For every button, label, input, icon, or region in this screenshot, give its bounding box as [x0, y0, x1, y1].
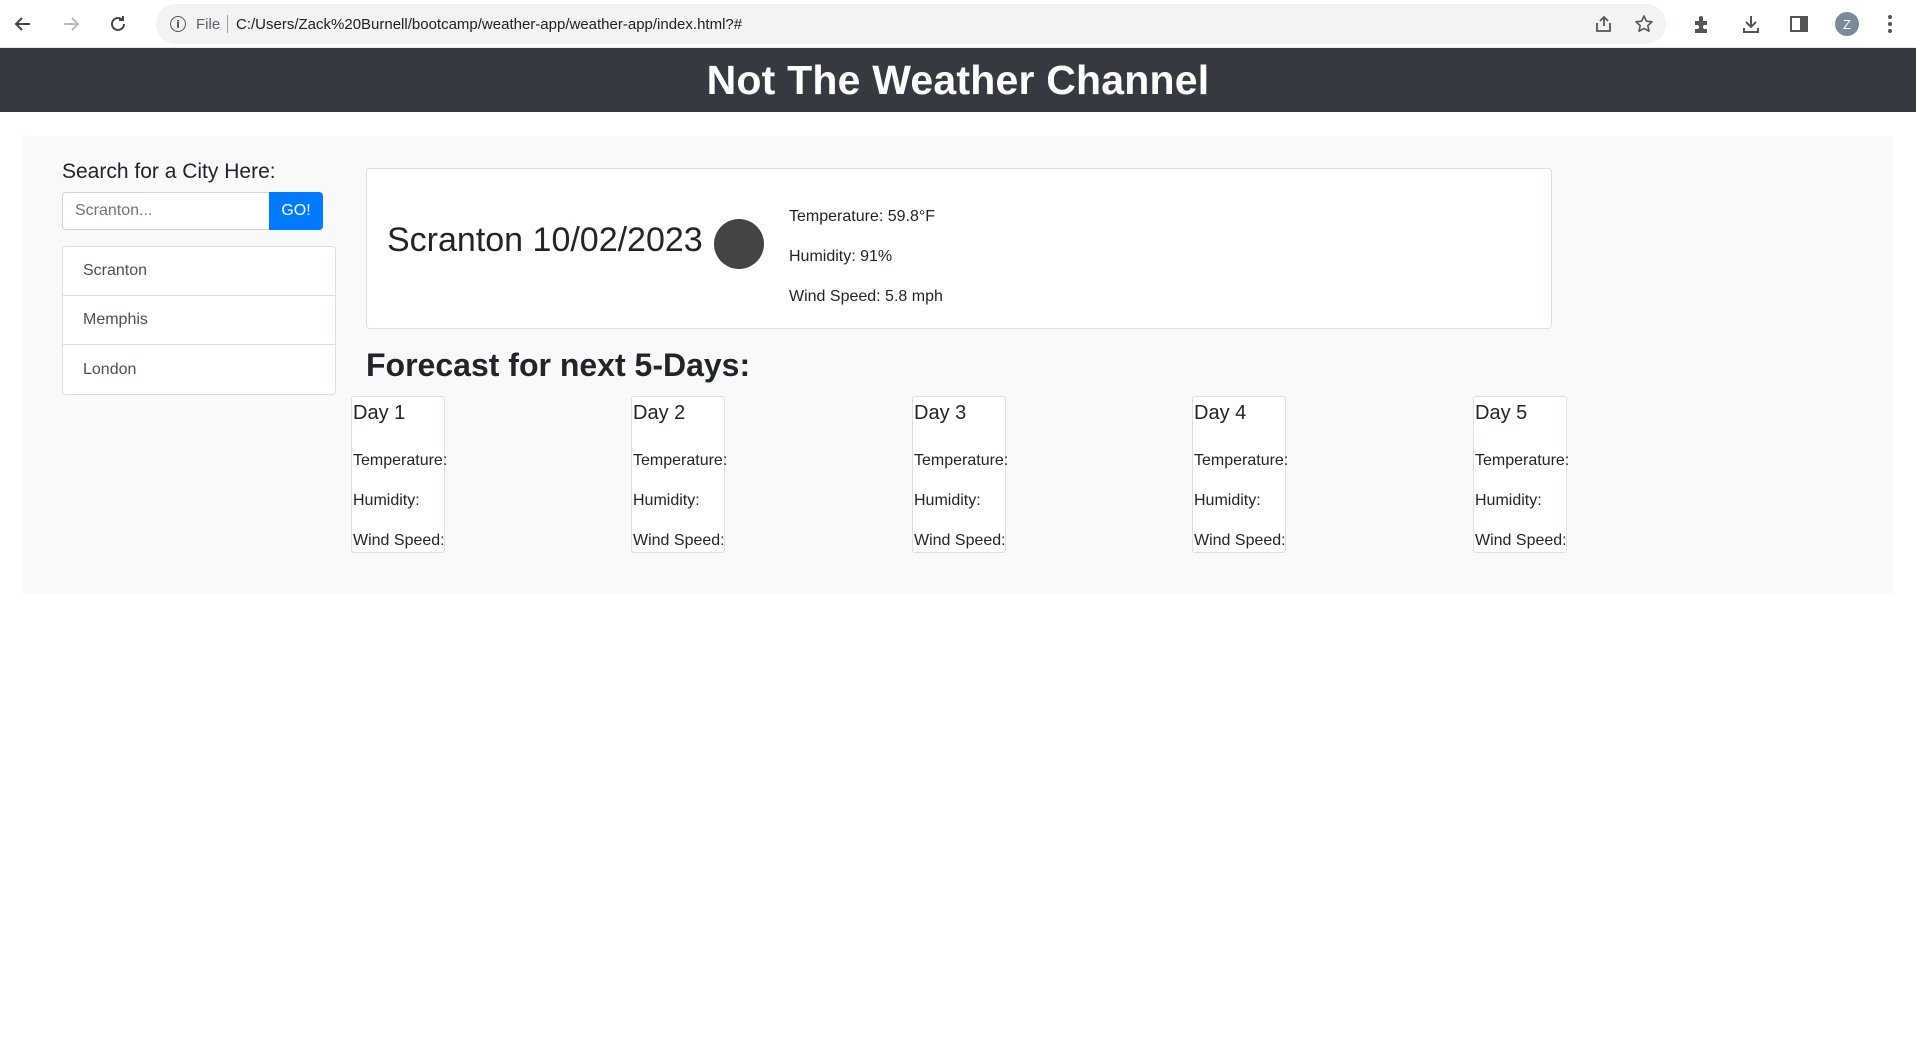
search-label: Search for a City Here:	[62, 160, 276, 183]
forecast-card: Day 1 Temperature: Humidity: Wind Speed:	[351, 396, 448, 553]
forecast-day-label: Day 5	[1475, 402, 1528, 424]
app-title: Not The Weather Channel	[706, 56, 1210, 103]
forecast-temperature: Temperature:	[353, 452, 448, 469]
forecast-wind-speed: Wind Speed:	[633, 532, 725, 549]
current-humidity: Humidity: 91%	[789, 248, 893, 265]
address-divider	[227, 15, 228, 33]
forecast-day-label: Day 4	[1194, 402, 1247, 424]
browser-toolbar: i File C:/Users/Zack%20Burnell/bootcamp/…	[0, 0, 1916, 48]
forecast-day-label: Day 3	[914, 402, 967, 424]
forecast-day-label: Day 2	[633, 402, 686, 424]
extensions-icon[interactable]	[1687, 9, 1717, 39]
star-icon[interactable]	[1633, 13, 1655, 35]
forecast-card: Day 4 Temperature: Humidity: Wind Speed:	[1192, 396, 1289, 553]
profile-avatar[interactable]: Z	[1835, 12, 1859, 36]
forecast-day-label: Day 1	[353, 402, 406, 424]
forecast-humidity: Humidity:	[353, 492, 420, 509]
search-history-list: Scranton Memphis London	[62, 246, 336, 395]
forecast-humidity: Humidity:	[914, 492, 981, 509]
back-arrow-icon[interactable]	[7, 8, 39, 40]
reload-icon[interactable]	[102, 8, 134, 40]
history-item-scranton[interactable]: Scranton	[63, 247, 335, 296]
forecast-temperature: Temperature:	[914, 452, 1009, 469]
forecast-card: Day 5 Temperature: Humidity: Wind Speed:	[1473, 396, 1570, 553]
forecast-humidity: Humidity:	[633, 492, 700, 509]
history-item-memphis[interactable]: Memphis	[63, 296, 335, 345]
history-item-london[interactable]: London	[63, 345, 335, 394]
forecast-card: Day 2 Temperature: Humidity: Wind Speed:	[631, 396, 728, 553]
download-icon[interactable]	[1736, 9, 1766, 39]
more-menu-icon[interactable]	[1880, 12, 1900, 36]
app-header: Not The Weather Channel	[0, 48, 1916, 112]
weather-icon	[714, 219, 764, 269]
city-search-input[interactable]	[62, 192, 270, 230]
share-icon[interactable]	[1593, 13, 1615, 35]
forecast-card: Day 3 Temperature: Humidity: Wind Speed:	[912, 396, 1009, 553]
forecast-temperature: Temperature:	[633, 452, 728, 469]
info-icon[interactable]: i	[170, 16, 186, 32]
forecast-wind-speed: Wind Speed:	[1475, 532, 1567, 549]
forecast-temperature: Temperature:	[1194, 452, 1289, 469]
go-button[interactable]: GO!	[269, 192, 323, 230]
forecast-humidity: Humidity:	[1475, 492, 1542, 509]
forecast-humidity: Humidity:	[1194, 492, 1261, 509]
forecast-wind-speed: Wind Speed:	[914, 532, 1006, 549]
file-label: File	[196, 16, 221, 33]
current-weather-card: Scranton 10/02/2023 Temperature: 59.8°F …	[366, 168, 1552, 329]
forecast-heading: Forecast for next 5-Days:	[366, 347, 751, 383]
url-text[interactable]: C:/Users/Zack%20Burnell/bootcamp/weather…	[236, 16, 742, 33]
side-panel-icon[interactable]	[1784, 9, 1814, 39]
current-temperature: Temperature: 59.8°F	[789, 208, 936, 225]
forecast-temperature: Temperature:	[1475, 452, 1570, 469]
current-wind-speed: Wind Speed: 5.8 mph	[789, 288, 943, 305]
forecast-wind-speed: Wind Speed:	[1194, 532, 1286, 549]
forecast-wind-speed: Wind Speed:	[353, 532, 445, 549]
address-bar[interactable]: i File C:/Users/Zack%20Burnell/bootcamp/…	[156, 4, 1666, 44]
current-city-date: Scranton 10/02/2023	[387, 221, 703, 259]
forward-arrow-icon[interactable]	[55, 8, 87, 40]
